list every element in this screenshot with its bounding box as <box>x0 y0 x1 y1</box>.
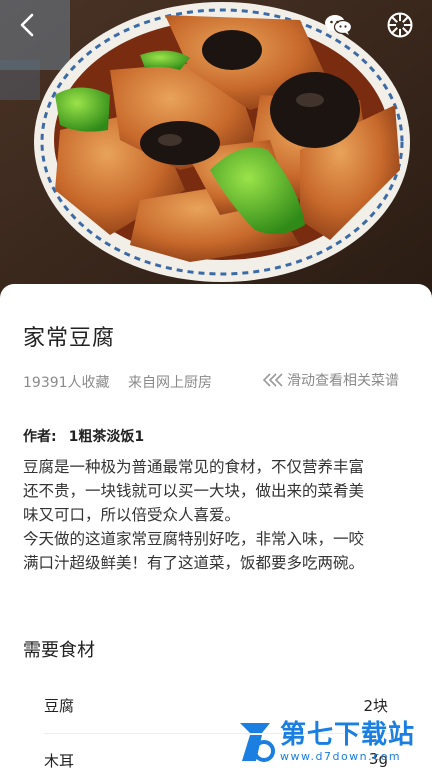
site-watermark: 第七下载站 www.d7down.com <box>236 716 432 768</box>
recipe-description: 豆腐是一种极为普通最常见的食材，不仅营养丰富 还不贵，一块钱就可以买一大块，做出… <box>23 455 411 575</box>
wechat-icon <box>325 15 352 35</box>
description-line: 味又可口，所以倍受众人喜爱。 <box>23 506 241 524</box>
share-wechat-button[interactable] <box>323 10 353 40</box>
author-label: 作者: <box>23 429 57 445</box>
ingredient-amount: 2块 <box>363 697 388 715</box>
watermark-url: www.d7down.com <box>280 750 402 763</box>
double-chevron-left-icon <box>262 373 283 387</box>
dish-photo <box>0 0 432 300</box>
ingredients-title: 需要食材 <box>23 640 95 661</box>
recipe-hero-image <box>0 0 432 300</box>
watermark-name: 第七下载站 <box>280 720 416 750</box>
favorites-count: 19391人收藏 <box>23 375 110 391</box>
ingredient-row: 豆腐 2块 <box>44 695 388 716</box>
description-line: 还不贵，一块钱就可以买一大块，做出来的菜肴美 <box>23 482 365 500</box>
moments-icon <box>387 12 413 38</box>
watermark-logo-icon <box>240 723 275 762</box>
author-name: 1粗茶淡饭1 <box>68 429 145 445</box>
recipe-author[interactable]: 作者: 1粗茶淡饭1 <box>23 426 144 446</box>
recipe-title: 家常豆腐 <box>23 326 116 351</box>
ingredient-name: 木耳 <box>44 752 75 768</box>
description-line: 今天做的这道家常豆腐特别好吃，非常入味，一咬 <box>23 530 365 548</box>
recipe-meta: 19391人收藏 来自网上厨房 <box>23 372 212 392</box>
share-moments-button[interactable] <box>385 10 415 40</box>
recipe-source: 来自网上厨房 <box>128 375 212 391</box>
description-line: 豆腐是一种极为普通最常见的食材，不仅营养丰富 <box>23 458 365 476</box>
chevron-left-icon <box>20 13 34 37</box>
ingredient-name: 豆腐 <box>44 697 75 715</box>
swipe-related-recipes[interactable]: 滑动查看相关菜谱 <box>261 370 399 390</box>
back-button[interactable] <box>12 10 42 40</box>
swipe-hint-label: 滑动查看相关菜谱 <box>287 373 399 389</box>
description-line: 满口汁超级鲜美！有了这道菜，饭都要多吃两碗。 <box>23 554 365 572</box>
